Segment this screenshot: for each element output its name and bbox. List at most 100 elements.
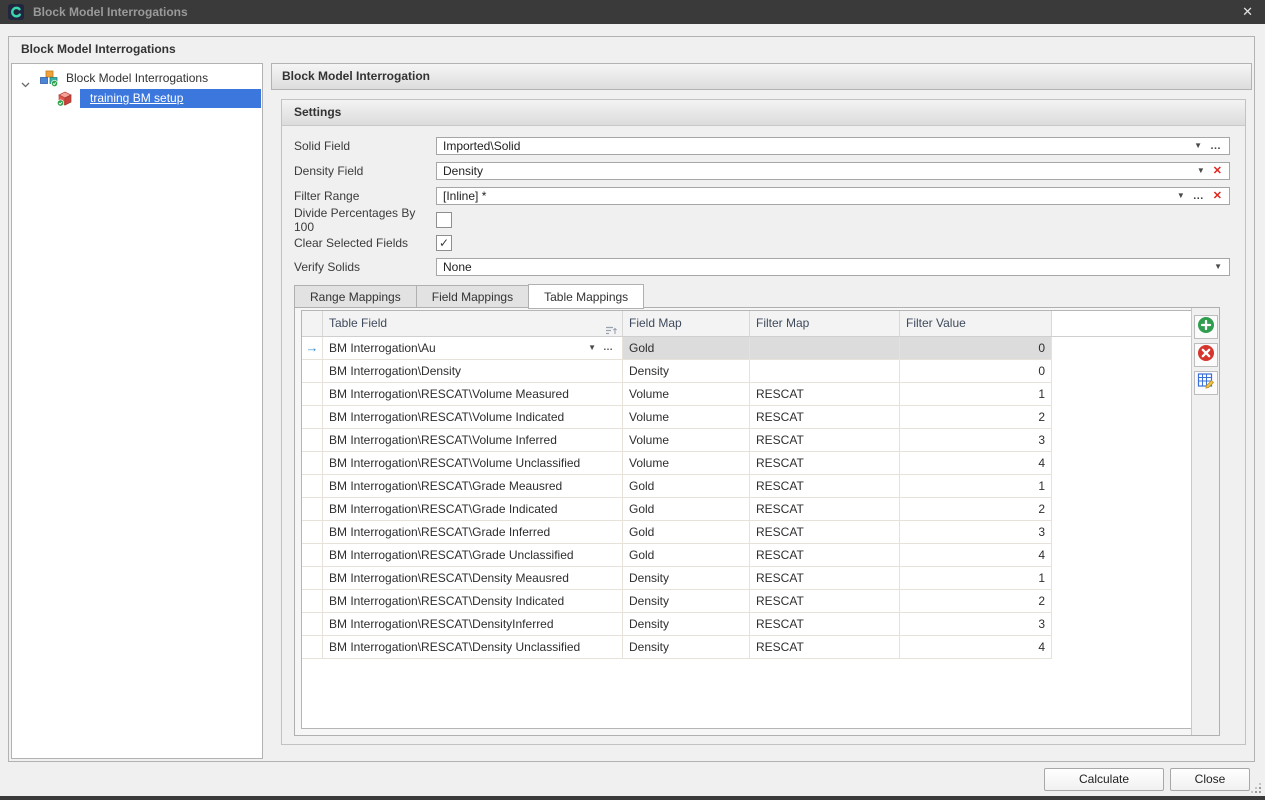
cell-field-map[interactable]: Density — [623, 567, 750, 590]
table-row[interactable]: BM Interrogation\RESCAT\Density Indicate… — [302, 590, 1194, 613]
cell-filter-value[interactable]: 2 — [900, 590, 1052, 613]
close-button[interactable]: Close — [1170, 768, 1250, 791]
cell-filter-value[interactable]: 3 — [900, 613, 1052, 636]
calculate-button[interactable]: Calculate — [1044, 768, 1164, 791]
cell-filter-value[interactable]: 3 — [900, 521, 1052, 544]
cell-table-field[interactable]: BM Interrogation\RESCAT\Density Meausred — [323, 567, 623, 590]
cell-field-map[interactable]: Volume — [623, 406, 750, 429]
cell-field-map[interactable]: Density — [623, 590, 750, 613]
solid-field-input[interactable]: Imported\Solid ▼ … — [436, 137, 1230, 155]
density-field-input[interactable]: Density ▼ ✕ — [436, 162, 1230, 180]
dropdown-icon[interactable]: ▼ — [1214, 263, 1222, 271]
cell-filter-value[interactable]: 0 — [900, 360, 1052, 383]
tab-field-mappings[interactable]: Field Mappings — [416, 285, 528, 308]
cell-table-field[interactable]: BM Interrogation\RESCAT\Volume Measured — [323, 383, 623, 406]
cell-field-map[interactable]: Density — [623, 636, 750, 659]
verify-solids-select[interactable]: None ▼ — [436, 258, 1230, 276]
table-row[interactable]: BM Interrogation\RESCAT\Grade MeausredGo… — [302, 475, 1194, 498]
cell-filter-value[interactable]: 3 — [900, 429, 1052, 452]
dropdown-icon[interactable]: ▼ — [588, 337, 596, 359]
cell-table-field[interactable]: BM Interrogation\Au▼… — [323, 337, 623, 360]
cell-field-map[interactable]: Density — [623, 360, 750, 383]
cell-filter-value[interactable]: 0 — [900, 337, 1052, 360]
cell-filter-value[interactable]: 4 — [900, 452, 1052, 475]
dropdown-icon[interactable]: ▼ — [1197, 167, 1205, 175]
cell-table-field[interactable]: BM Interrogation\RESCAT\Grade Unclassifi… — [323, 544, 623, 567]
ellipsis-button[interactable]: … — [1210, 141, 1222, 152]
cell-table-field[interactable]: BM Interrogation\RESCAT\Grade Inferred — [323, 521, 623, 544]
cell-filter-value[interactable]: 1 — [900, 567, 1052, 590]
clear-selected-checkbox[interactable]: ✓ — [436, 235, 452, 251]
ellipsis-button[interactable]: … — [1193, 191, 1205, 202]
cell-field-map[interactable]: Volume — [623, 452, 750, 475]
cell-field-map[interactable]: Gold — [623, 337, 750, 360]
cell-filter-map[interactable]: RESCAT — [750, 498, 900, 521]
cell-filter-map[interactable]: RESCAT — [750, 613, 900, 636]
cell-table-field[interactable]: BM Interrogation\RESCAT\Grade Meausred — [323, 475, 623, 498]
delete-row-button[interactable] — [1194, 343, 1218, 367]
cell-filter-map[interactable] — [750, 337, 900, 360]
cell-field-map[interactable]: Gold — [623, 498, 750, 521]
table-row[interactable]: BM Interrogation\RESCAT\Density Meausred… — [302, 567, 1194, 590]
divide-percentages-checkbox[interactable] — [436, 212, 452, 228]
column-header-filter-value[interactable]: Filter Value — [900, 311, 1052, 336]
table-row[interactable]: BM Interrogation\RESCAT\Density Unclassi… — [302, 636, 1194, 659]
cell-filter-map[interactable]: RESCAT — [750, 383, 900, 406]
cell-filter-value[interactable]: 4 — [900, 636, 1052, 659]
cell-filter-map[interactable]: RESCAT — [750, 636, 900, 659]
table-row[interactable]: BM Interrogation\RESCAT\DensityInferredD… — [302, 613, 1194, 636]
cell-filter-value[interactable]: 1 — [900, 475, 1052, 498]
table-row[interactable]: BM Interrogation\RESCAT\Volume Indicated… — [302, 406, 1194, 429]
cell-field-map[interactable]: Gold — [623, 475, 750, 498]
cell-field-map[interactable]: Volume — [623, 383, 750, 406]
tree-item-label[interactable]: training BM setup — [80, 89, 261, 108]
table-row[interactable]: →BM Interrogation\Au▼…Gold0 — [302, 337, 1194, 360]
cell-filter-value[interactable]: 1 — [900, 383, 1052, 406]
cell-table-field[interactable]: BM Interrogation\Density — [323, 360, 623, 383]
cell-filter-value[interactable]: 2 — [900, 406, 1052, 429]
cell-field-map[interactable]: Gold — [623, 544, 750, 567]
cell-table-field[interactable]: BM Interrogation\RESCAT\Volume Inferred — [323, 429, 623, 452]
tree-item-root[interactable]: Block Model Interrogations — [12, 68, 261, 88]
add-row-button[interactable] — [1194, 315, 1218, 339]
tab-table-mappings[interactable]: Table Mappings — [528, 284, 644, 309]
clear-field-icon[interactable]: ✕ — [1213, 166, 1222, 177]
table-row[interactable]: BM Interrogation\RESCAT\Grade IndicatedG… — [302, 498, 1194, 521]
filter-range-input[interactable]: [Inline] * ▼ … ✕ — [436, 187, 1230, 205]
cell-table-field[interactable]: BM Interrogation\RESCAT\Density Unclassi… — [323, 636, 623, 659]
cell-filter-map[interactable]: RESCAT — [750, 590, 900, 613]
table-row[interactable]: BM Interrogation\RESCAT\Volume MeasuredV… — [302, 383, 1194, 406]
cell-table-field[interactable]: BM Interrogation\RESCAT\DensityInferred — [323, 613, 623, 636]
table-row[interactable]: BM Interrogation\RESCAT\Volume InferredV… — [302, 429, 1194, 452]
column-header-table-field[interactable]: Table Field — [323, 311, 623, 336]
tree-item-training-bm-setup[interactable]: training BM setup — [12, 89, 261, 108]
tab-range-mappings[interactable]: Range Mappings — [294, 285, 416, 308]
cell-table-field[interactable]: BM Interrogation\RESCAT\Density Indicate… — [323, 590, 623, 613]
cell-filter-map[interactable]: RESCAT — [750, 406, 900, 429]
cell-table-field[interactable]: BM Interrogation\RESCAT\Volume Indicated — [323, 406, 623, 429]
table-row[interactable]: BM Interrogation\RESCAT\Grade InferredGo… — [302, 521, 1194, 544]
clear-field-icon[interactable]: ✕ — [1213, 191, 1222, 202]
cell-filter-value[interactable]: 2 — [900, 498, 1052, 521]
dropdown-icon[interactable]: ▼ — [1194, 142, 1202, 150]
table-row[interactable]: BM Interrogation\RESCAT\Grade Unclassifi… — [302, 544, 1194, 567]
cell-field-map[interactable]: Density — [623, 613, 750, 636]
close-icon[interactable]: ✕ — [1242, 0, 1253, 24]
edit-table-button[interactable] — [1194, 371, 1218, 395]
cell-table-field[interactable]: BM Interrogation\RESCAT\Volume Unclassif… — [323, 452, 623, 475]
cell-filter-map[interactable]: RESCAT — [750, 475, 900, 498]
dropdown-icon[interactable]: ▼ — [1177, 192, 1185, 200]
cell-filter-map[interactable]: RESCAT — [750, 521, 900, 544]
cell-filter-value[interactable]: 4 — [900, 544, 1052, 567]
cell-filter-map[interactable] — [750, 360, 900, 383]
resize-grip[interactable] — [1251, 783, 1261, 793]
column-header-filter-map[interactable]: Filter Map — [750, 311, 900, 336]
tree-item-label[interactable]: Block Model Interrogations — [66, 71, 208, 85]
cell-field-map[interactable]: Volume — [623, 429, 750, 452]
cell-field-map[interactable]: Gold — [623, 521, 750, 544]
cell-filter-map[interactable]: RESCAT — [750, 567, 900, 590]
cell-filter-map[interactable]: RESCAT — [750, 544, 900, 567]
sort-icon[interactable] — [605, 319, 617, 336]
caret-down-icon[interactable] — [21, 75, 30, 81]
ellipsis-button[interactable]: … — [603, 337, 614, 359]
